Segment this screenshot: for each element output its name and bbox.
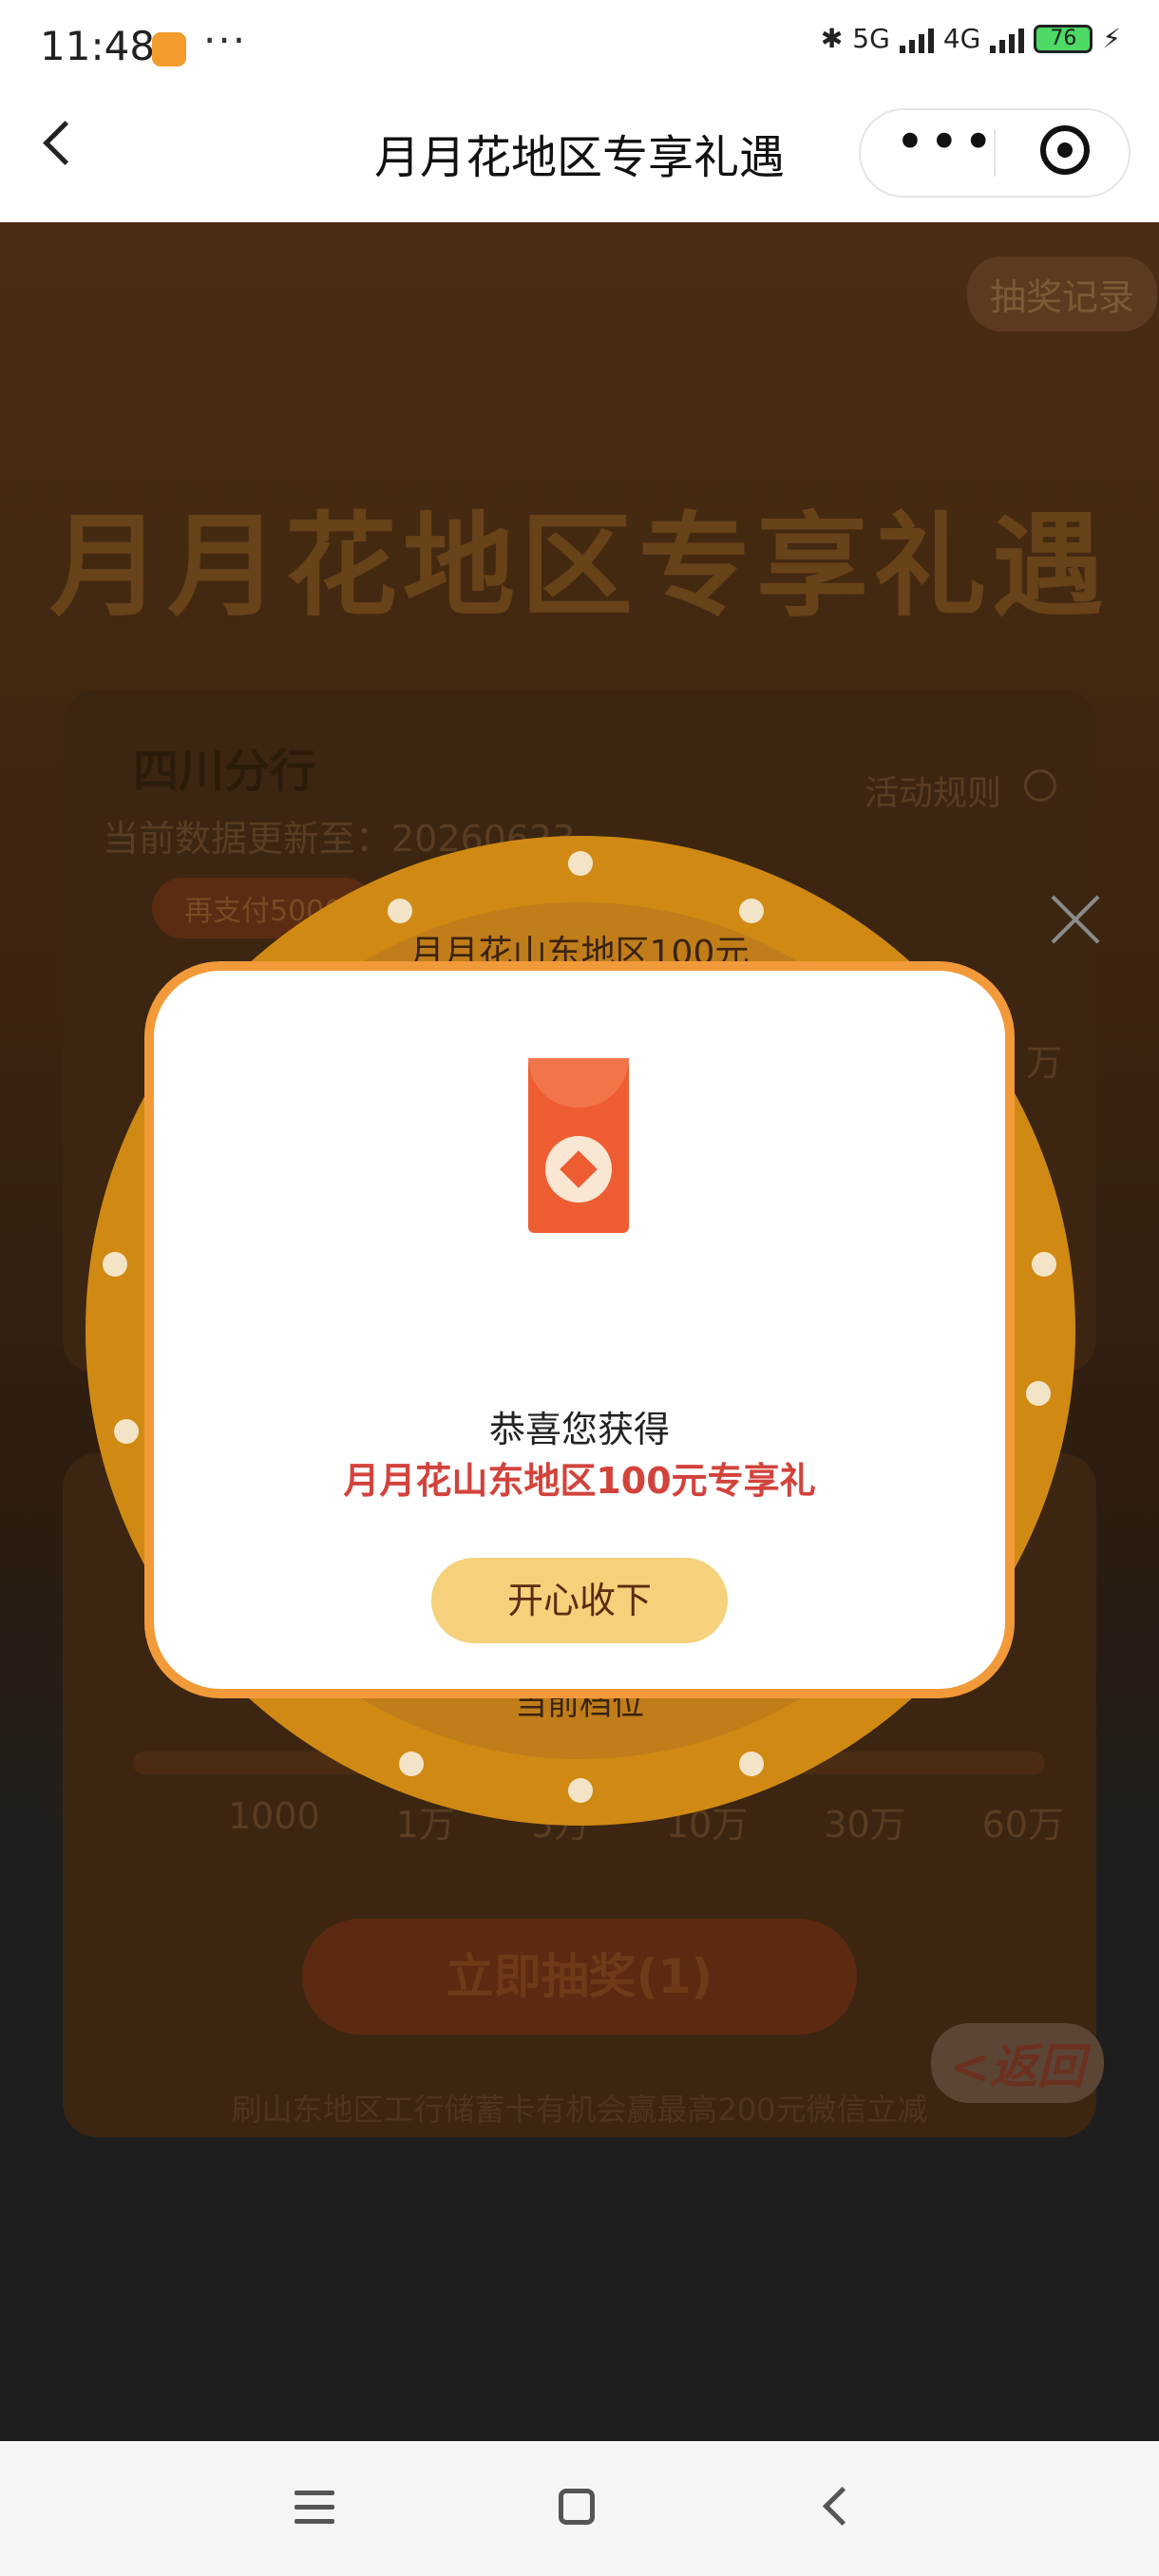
tier-label: 万 — [1026, 1042, 1063, 1084]
milestone-label: 30万 — [824, 1804, 906, 1846]
close-miniprogram-icon[interactable] — [1040, 125, 1090, 175]
hero-title: 月月花地区专享礼遇 — [48, 501, 1110, 632]
network-5g-label: 5G — [852, 23, 890, 54]
wheel-bulb — [739, 1752, 764, 1776]
milestone-label: 1000 — [228, 1795, 320, 1837]
wheel-bulb — [1032, 1252, 1056, 1277]
network-4g-label: 4G — [942, 23, 981, 54]
prize-name: 月月花山东地区100元专享礼 — [343, 1460, 816, 1502]
wheel-bulb — [739, 899, 764, 923]
lottery-record-button[interactable]: 抽奖记录 — [967, 256, 1158, 331]
more-options-icon[interactable]: ••• — [895, 112, 998, 172]
recent-apps-icon[interactable] — [294, 2491, 334, 2525]
close-icon[interactable] — [1047, 891, 1104, 948]
accept-button[interactable]: 开心收下 — [431, 1558, 728, 1643]
info-icon[interactable] — [1024, 769, 1056, 802]
status-time: 11:48 — [40, 23, 156, 69]
wheel-bulb — [568, 851, 593, 876]
rules-link[interactable]: 活动规则 — [864, 766, 1001, 815]
wheel-bulb — [388, 899, 412, 923]
signal-4g-icon — [990, 25, 1025, 53]
milestone-label: 60万 — [981, 1804, 1064, 1846]
wheel-bulb — [568, 1778, 593, 1803]
wheel-bulb — [399, 1752, 424, 1776]
branch-name: 四川分行 — [133, 745, 316, 798]
signal-5g-icon — [899, 25, 934, 53]
capsule-divider — [994, 129, 996, 177]
battery-icon: 76 — [1034, 24, 1093, 53]
wheel-bulb — [103, 1252, 127, 1277]
status-more-dots: ··· — [203, 17, 248, 64]
congrats-text: 恭喜您获得 — [488, 1409, 670, 1450]
status-indicators: ✱ 5G 4G 76 ⚡ — [821, 23, 1121, 54]
bluetooth-icon: ✱ — [820, 23, 844, 54]
app-notification-icon — [152, 32, 186, 66]
home-icon[interactable] — [559, 2489, 595, 2525]
return-button[interactable]: <返回 — [931, 2023, 1104, 2103]
charging-icon: ⚡ — [1102, 23, 1121, 54]
draw-now-button[interactable]: 立即抽奖(1) — [302, 1919, 857, 2035]
